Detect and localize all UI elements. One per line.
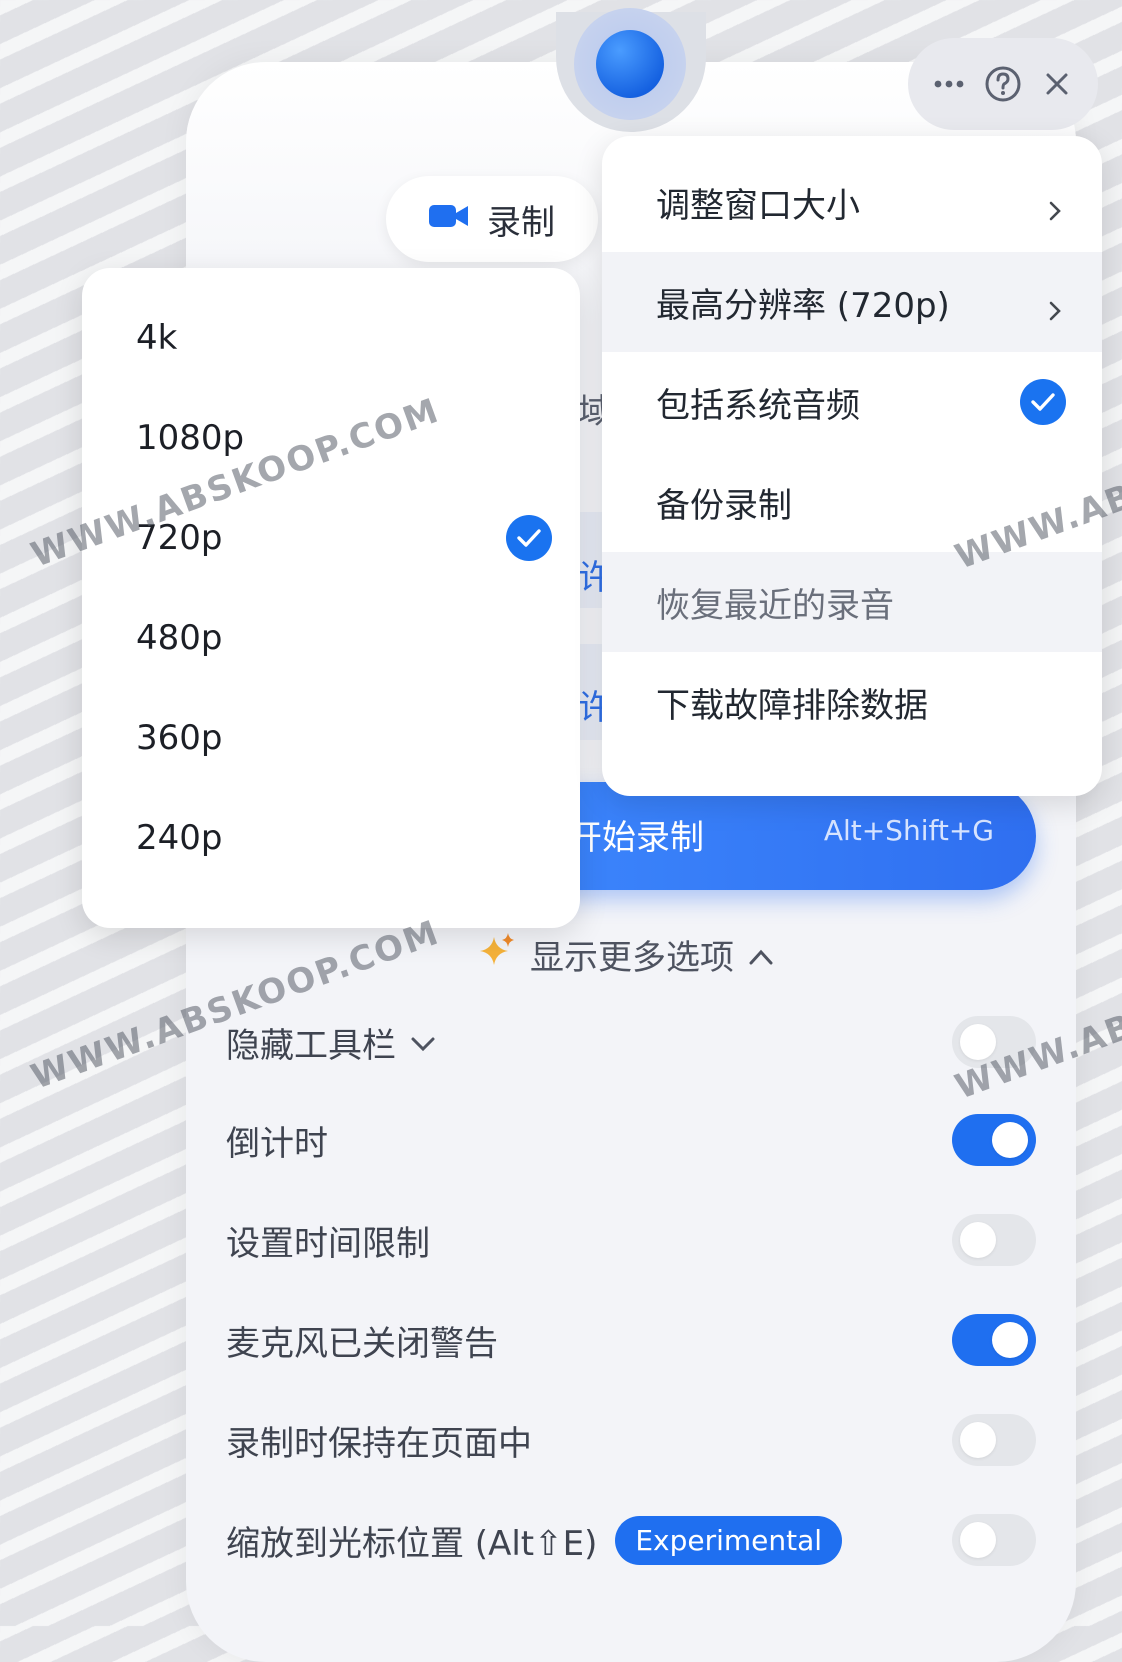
show-more-options[interactable]: 显示更多选项 (478, 930, 774, 979)
show-more-options-label: 显示更多选项 (530, 938, 734, 978)
menu-item-label: 最高分辨率 (720p) (656, 285, 950, 326)
resolution-label: 4k (136, 318, 178, 358)
option-zoom-to-cursor: 缩放到光标位置 (Alt⇧E) Experimental (226, 1510, 1036, 1570)
toggle-zoom-to-cursor[interactable] (952, 1514, 1036, 1566)
menu-item-label: 恢复最近的录音 (656, 585, 894, 626)
resolution-label: 720p (136, 518, 223, 558)
menu-item-download-troubleshooting[interactable]: 下载故障排除数据 (602, 652, 1102, 752)
chevron-right-icon (1044, 291, 1066, 321)
video-camera-icon (429, 199, 469, 239)
toggle-hide-toolbar[interactable] (952, 1016, 1036, 1068)
option-hide-toolbar: 隐藏工具栏 (226, 1012, 1036, 1072)
start-recording-hotkey: Alt+Shift+G (823, 814, 994, 847)
menu-item-restore-recent[interactable]: 恢复最近的录音 (602, 552, 1102, 652)
option-label: 麦克风已关闭警告 (226, 1323, 498, 1364)
checkmark-icon (1020, 379, 1066, 425)
option-label: 录制时保持在页面中 (226, 1423, 532, 1464)
close-icon[interactable] (1037, 64, 1077, 104)
help-icon[interactable] (983, 64, 1023, 104)
resolution-label: 1080p (136, 418, 245, 458)
experimental-badge: Experimental (615, 1515, 843, 1565)
record-tab[interactable]: 录制 (386, 176, 598, 262)
menu-item-label: 备份录制 (656, 485, 792, 526)
resolution-option-480p[interactable]: 480p (82, 588, 580, 688)
option-countdown: 倒计时 (226, 1110, 1036, 1170)
resolution-option-1080p[interactable]: 1080p (82, 388, 580, 488)
resolution-label: 240p (136, 818, 223, 858)
menu-item-resize-window[interactable]: 调整窗口大小 (602, 152, 1102, 252)
option-label: 设置时间限制 (226, 1223, 430, 1264)
option-label: 隐藏工具栏 (226, 1025, 396, 1066)
resolution-option-4k[interactable]: 4k (82, 288, 580, 388)
toggle-time-limit[interactable] (952, 1214, 1036, 1266)
resolution-label: 360p (136, 718, 223, 758)
chevron-down-icon[interactable] (410, 1022, 436, 1062)
option-stay-on-page: 录制时保持在页面中 (226, 1410, 1036, 1470)
toggle-countdown[interactable] (952, 1114, 1036, 1166)
more-icon[interactable] (929, 64, 969, 104)
menu-item-max-resolution[interactable]: 最高分辨率 (720p) (602, 252, 1102, 352)
top-controls (908, 38, 1098, 130)
menu-item-backup-recording[interactable]: 备份录制 (602, 452, 1102, 552)
camera-preview[interactable] (596, 30, 664, 98)
chevron-up-icon (748, 935, 774, 975)
option-label: 缩放到光标位置 (Alt⇧E) (226, 1523, 598, 1564)
settings-menu: 调整窗口大小 最高分辨率 (720p) 包括系统音频 备份录制 恢复最近的录音 … (602, 136, 1102, 796)
resolution-option-240p[interactable]: 240p (82, 788, 580, 888)
option-time-limit: 设置时间限制 (226, 1210, 1036, 1270)
option-mic-off-warning: 麦克风已关闭警告 (226, 1310, 1036, 1370)
resolution-label: 480p (136, 618, 223, 658)
sparkle-icon (478, 931, 516, 978)
start-recording-label: 开始录制 (568, 818, 704, 858)
resolution-option-360p[interactable]: 360p (82, 688, 580, 788)
toggle-mic-off-warning[interactable] (952, 1314, 1036, 1366)
menu-item-label: 下载故障排除数据 (656, 685, 928, 726)
option-label: 倒计时 (226, 1123, 328, 1164)
chevron-right-icon (1044, 191, 1066, 221)
resolution-option-720p[interactable]: 720p (82, 488, 580, 588)
record-tab-label: 录制 (487, 202, 555, 243)
menu-item-label: 调整窗口大小 (656, 185, 860, 226)
menu-item-system-audio[interactable]: 包括系统音频 (602, 352, 1102, 452)
checkmark-icon (506, 515, 552, 561)
resolution-menu: 4k 1080p 720p 480p 360p 240p (82, 268, 580, 928)
menu-item-label: 包括系统音频 (656, 385, 860, 426)
toggle-stay-on-page[interactable] (952, 1414, 1036, 1466)
